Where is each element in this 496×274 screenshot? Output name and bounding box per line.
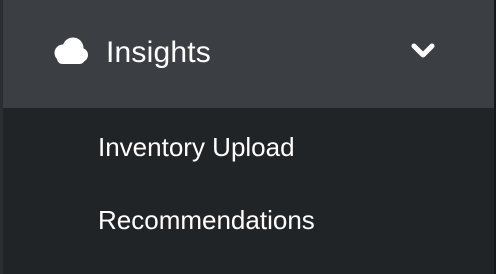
chevron-down-icon[interactable] [410, 41, 436, 61]
cloud-icon [54, 37, 88, 64]
nav-item-inventory-upload[interactable]: Inventory Upload [98, 130, 295, 164]
sidebar-nav: Insights Inventory Upload Recommendation… [0, 0, 496, 274]
nav-group-title: Insights [106, 36, 211, 69]
nav-item-recommendations[interactable]: Recommendations [98, 203, 315, 237]
nav-group-insights-toggle[interactable]: Insights [3, 0, 494, 108]
